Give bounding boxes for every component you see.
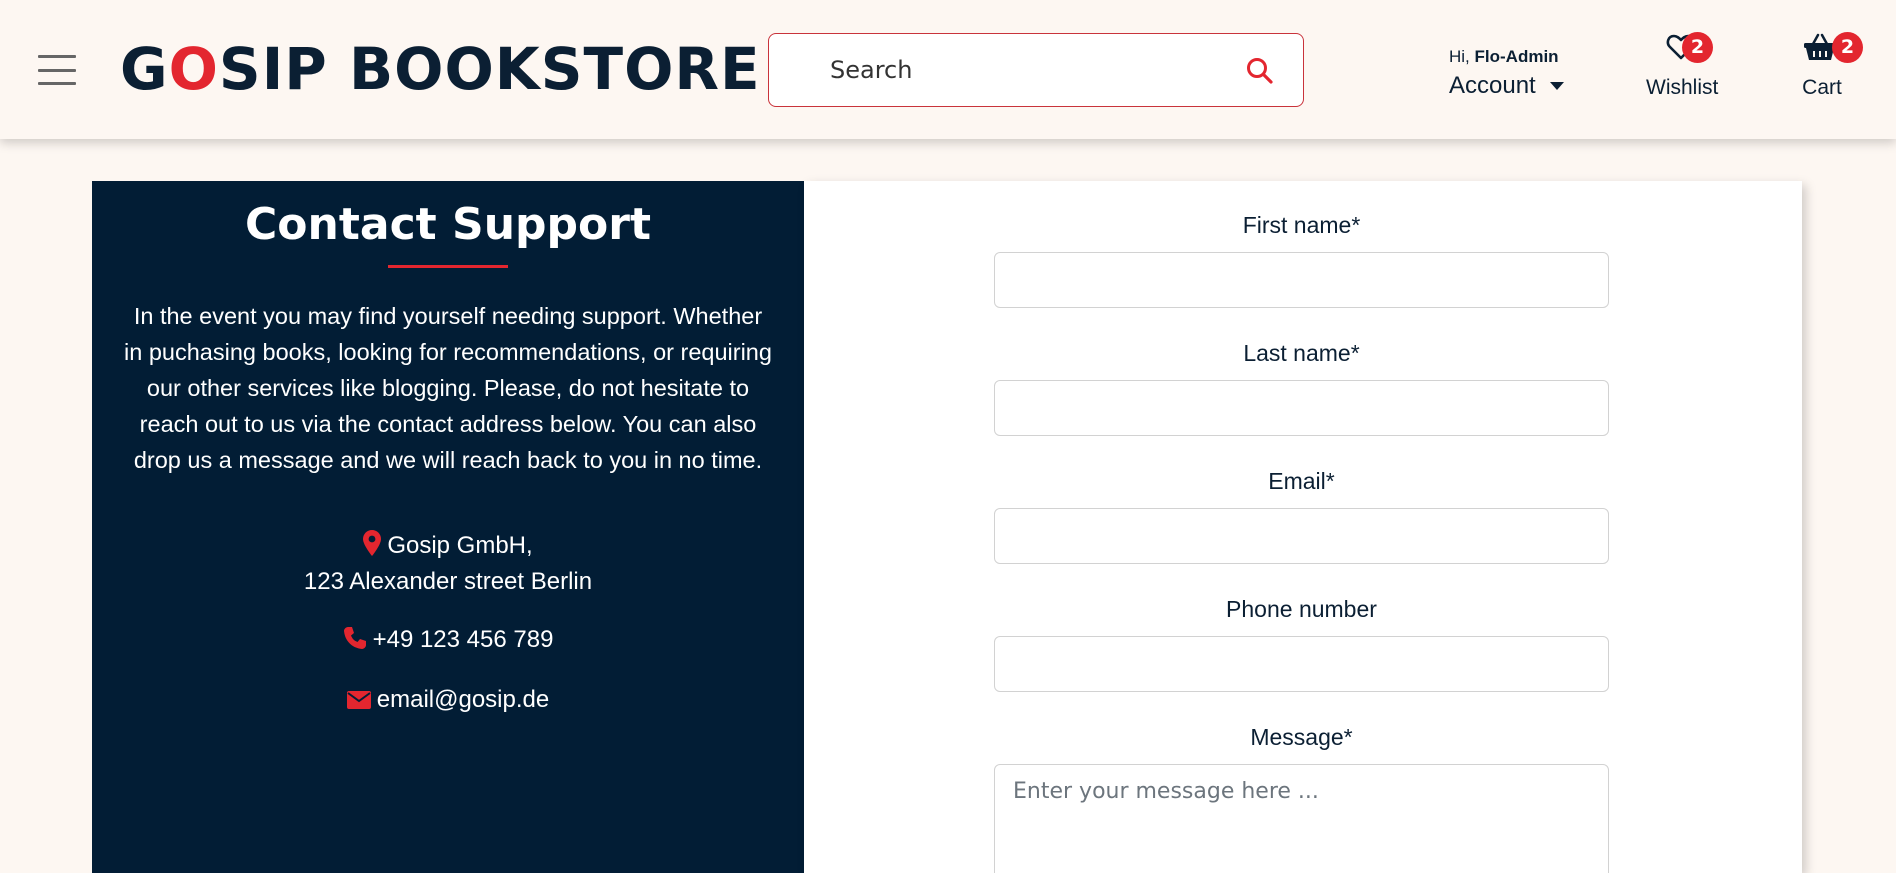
cart-label: Cart	[1802, 76, 1842, 99]
first-name-label: First name*	[1242, 212, 1361, 238]
contact-info-panel: Contact Support In the event you may fin…	[92, 181, 804, 873]
phone-block: +49 123 456 789	[92, 622, 804, 658]
cart-count-badge: 2	[1832, 32, 1863, 63]
user-greeting: Hi, Flo-Admin	[1449, 46, 1564, 68]
search-bar	[768, 33, 1304, 107]
logo-accent-letter: O	[168, 35, 219, 103]
wishlist-label: Wishlist	[1646, 76, 1719, 99]
map-pin-icon	[363, 530, 382, 556]
account-label: Account	[1449, 72, 1536, 99]
last-name-input[interactable]	[994, 380, 1609, 436]
phone-number[interactable]: +49 123 456 789	[373, 626, 554, 653]
greeting-prefix: Hi,	[1449, 47, 1470, 66]
phone-input[interactable]	[994, 636, 1609, 692]
company-name: Gosip GmbH,	[387, 532, 533, 559]
message-group: Message*	[994, 723, 1609, 873]
first-name-group: First name*	[994, 211, 1609, 308]
last-name-label: Last name*	[1243, 340, 1360, 366]
email-address[interactable]: email@gosip.de	[377, 686, 549, 713]
logo-text: SIP BOOKSTORE	[218, 35, 761, 103]
phone-icon	[343, 627, 366, 649]
contact-intro: In the event you may find yourself needi…	[124, 303, 772, 473]
menu-icon[interactable]	[38, 55, 76, 85]
search-input[interactable]	[830, 50, 1210, 90]
email-input[interactable]	[994, 508, 1609, 564]
contact-form-panel: First name* Last name* Email* Phone numb…	[804, 181, 1802, 873]
last-name-group: Last name*	[994, 339, 1609, 436]
email-group: Email*	[994, 467, 1609, 564]
search-icon[interactable]	[1245, 56, 1275, 86]
message-label: Message*	[1250, 724, 1353, 750]
wishlist-count-badge: 2	[1682, 32, 1713, 63]
cart-button[interactable]: 2 Cart	[1797, 30, 1863, 100]
street-address: 123 Alexander street Berlin	[303, 568, 593, 595]
phone-group: Phone number	[994, 595, 1609, 692]
user-name: Flo-Admin	[1474, 47, 1559, 66]
email-block: email@gosip.de	[92, 682, 804, 718]
email-label: Email*	[1268, 468, 1335, 494]
title-underline	[388, 265, 508, 268]
envelope-icon	[346, 691, 371, 709]
contact-title: Contact Support	[245, 199, 651, 250]
phone-label: Phone number	[1226, 596, 1377, 622]
account-menu[interactable]: Hi, Flo-Admin Account	[1449, 46, 1564, 104]
address-block: Gosip GmbH, 123 Alexander street Berlin	[92, 528, 804, 600]
store-logo[interactable]: GOSIP BOOKSTORE	[120, 34, 761, 104]
message-textarea[interactable]	[994, 764, 1609, 873]
logo-letter-g: G	[120, 35, 169, 103]
caret-down-icon	[1549, 82, 1564, 90]
wishlist-button[interactable]: 2 Wishlist	[1646, 30, 1718, 100]
account-dropdown[interactable]: Account	[1449, 68, 1564, 104]
top-header: GOSIP BOOKSTORE Hi, Flo-Admin Account 2 …	[0, 0, 1896, 139]
first-name-input[interactable]	[994, 252, 1609, 308]
